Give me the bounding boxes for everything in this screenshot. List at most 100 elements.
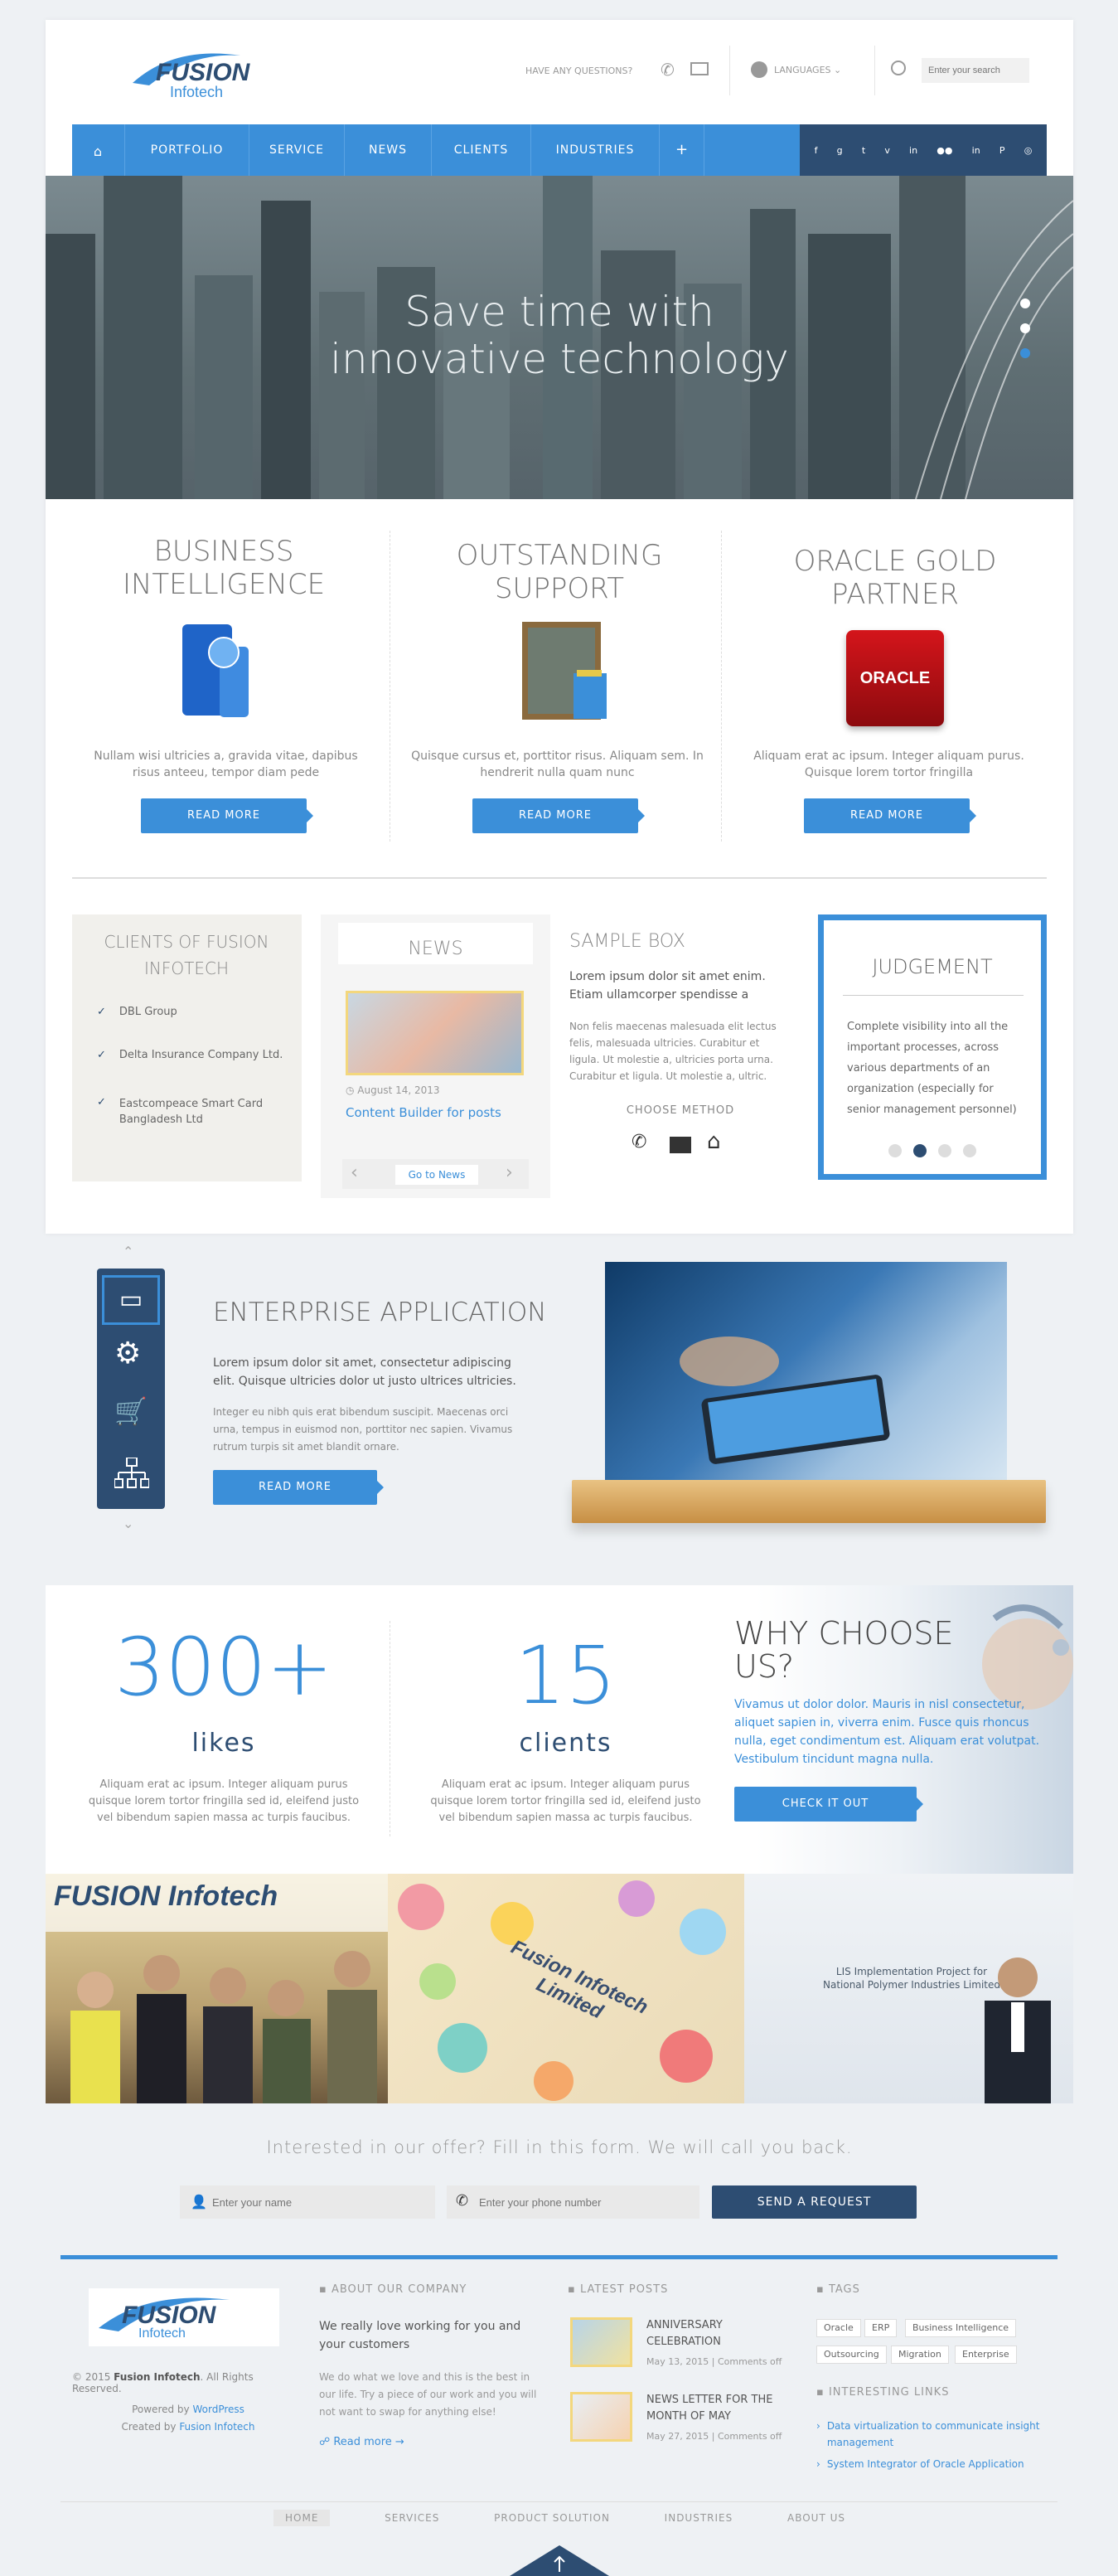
home-icon[interactable]: ⌂	[72, 124, 123, 176]
send-request-button[interactable]: SEND A REQUEST	[712, 2185, 917, 2219]
about-read-more-text: Read more →	[333, 2436, 404, 2448]
nav-item-service[interactable]: SERVICE	[249, 124, 344, 176]
post-date: May 13, 2015	[646, 2356, 709, 2367]
sitemap-icon[interactable]	[114, 1458, 149, 1489]
linkedin-icon[interactable]: in	[909, 145, 917, 156]
read-more-button-support[interactable]: READ MORE	[472, 798, 645, 833]
read-more-button-bi[interactable]: READ MORE	[141, 798, 313, 833]
news-thumbnail[interactable]	[346, 991, 524, 1075]
button-label: SEND A REQUEST	[757, 2195, 872, 2209]
nav-item-portfolio[interactable]: PORTFOLIO	[124, 124, 249, 176]
go-to-news-link[interactable]: Go to News	[395, 1165, 478, 1185]
tag-business-intelligence[interactable]: Business Intelligence	[905, 2319, 1017, 2337]
post-thumb-icon[interactable]	[570, 2392, 632, 2442]
footer-nav-product-solution[interactable]: PRODUCT SOLUTION	[494, 2512, 610, 2524]
post-title-link[interactable]: NEWS LETTER FOR THE MONTH OF MAY	[646, 2392, 787, 2425]
feature-text-bi: Nullam wisi ultricies a, gravida vitae, …	[94, 750, 358, 779]
enterprise-read-more-button[interactable]: READ MORE	[213, 1470, 384, 1505]
gear-icon[interactable]: ⚙	[114, 1337, 141, 1370]
post-title-link[interactable]: ANNIVERSARY CELEBRATION	[646, 2317, 779, 2350]
feature-title-support: OUTSTANDING SUPPORT	[456, 539, 663, 605]
chevron-left-icon[interactable]: ‹	[351, 1162, 358, 1183]
gallery-photo-2[interactable]: Fusion Infotech Limited	[388, 1874, 744, 2103]
gallery-photo-1[interactable]: FUSION Infotech	[46, 1874, 388, 2103]
chevron-right-icon[interactable]: ›	[506, 1162, 513, 1183]
post-thumb-icon[interactable]	[570, 2317, 632, 2367]
languages-selector[interactable]: LANGUAGES ⌄	[774, 65, 841, 75]
wordpress-link[interactable]: WordPress	[192, 2404, 244, 2415]
tag-enterprise[interactable]: Enterprise	[955, 2346, 1017, 2364]
header-divider	[729, 46, 730, 95]
gallery-photo-3[interactable]: LIS Implementation Project for National …	[744, 1874, 1073, 2103]
nav-item-industries[interactable]: INDUSTRIES	[530, 124, 659, 176]
judgement-dot-active[interactable]	[913, 1144, 927, 1157]
phone-icon[interactable]: ✆	[661, 60, 675, 80]
interesting-link[interactable]: › System Integrator of Oracle Application	[816, 2456, 1053, 2472]
footer-nav-about-us[interactable]: ABOUT US	[787, 2512, 845, 2524]
mail-icon[interactable]	[690, 62, 709, 75]
nav-more-button[interactable]: +	[659, 124, 704, 176]
judgement-dot[interactable]	[963, 1144, 976, 1157]
created-link[interactable]: Fusion Infotech	[179, 2421, 254, 2433]
tag-oracle[interactable]: Oracle	[816, 2319, 861, 2337]
phone-icon[interactable]: ✆	[632, 1132, 646, 1152]
feature-title-bi: BUSINESS INTELLIGENCE	[122, 535, 326, 601]
check-it-out-button[interactable]: CHECK IT OUT	[734, 1787, 923, 1822]
judgement-dot[interactable]	[888, 1144, 902, 1157]
chevron-up-icon[interactable]: ⌃	[123, 1244, 133, 1259]
list-item: ✓ Delta Insurance Company Ltd.	[97, 1049, 296, 1061]
home-icon[interactable]: ⌂	[707, 1129, 721, 1154]
copyright-prefix: © 2015	[72, 2371, 114, 2383]
about-read-more-link[interactable]: ☍ Read more →	[319, 2436, 404, 2448]
form-title: Interested in our offer? Fill in this fo…	[266, 2137, 853, 2157]
name-input[interactable]	[207, 2185, 431, 2219]
nav-item-news[interactable]: NEWS	[344, 124, 431, 176]
flickr-icon[interactable]: ●●	[937, 145, 952, 156]
mail-icon[interactable]	[670, 1137, 691, 1153]
tag-outsourcing[interactable]: Outsourcing	[816, 2346, 887, 2364]
tag-migration[interactable]: Migration	[891, 2346, 949, 2364]
google-icon[interactable]: g	[837, 145, 843, 156]
questions-label: HAVE ANY QUESTIONS?	[525, 65, 633, 76]
search-icon[interactable]	[891, 61, 906, 75]
phone-input[interactable]	[474, 2185, 696, 2219]
judgement-dot[interactable]	[938, 1144, 951, 1157]
logo[interactable]: FUSION Infotech	[124, 46, 273, 104]
linkedin-alt-icon[interactable]: in	[972, 145, 980, 156]
nav-item-clients[interactable]: CLIENTS	[431, 124, 530, 176]
nav-label: NEWS	[368, 143, 408, 157]
chalkboard-icon	[522, 622, 613, 723]
twitter-icon[interactable]: t	[862, 145, 865, 156]
likes-number: 300+	[114, 1621, 333, 1714]
feature-text-support: Quisque cursus et, porttitor risus. Aliq…	[411, 750, 704, 779]
chevron-down-icon[interactable]: ⌄	[123, 1516, 133, 1531]
news-post-link[interactable]: Content Builder for posts	[346, 1105, 501, 1120]
nav-label: PORTFOLIO	[150, 143, 224, 157]
chevron-right-icon: ›	[816, 2420, 820, 2432]
copyright-name: Fusion Infotech	[114, 2371, 201, 2383]
footer-nav-services[interactable]: SERVICES	[385, 2512, 439, 2524]
footer-logo[interactable]: FUSION Infotech	[89, 2288, 279, 2346]
cart-icon[interactable]: 🛒	[114, 1395, 148, 1427]
tags-title: ▪ TAGS	[816, 2283, 860, 2296]
tag-erp[interactable]: ERP	[864, 2319, 898, 2337]
chevron-right-icon: ›	[816, 2458, 820, 2470]
back-to-top-button[interactable]	[510, 2545, 609, 2576]
slider-dot-active[interactable]	[1020, 348, 1030, 358]
monitor-icon[interactable]: ▭	[102, 1275, 160, 1325]
slider-dot[interactable]	[1020, 298, 1030, 308]
slider-dot[interactable]	[1020, 323, 1030, 333]
user-icon: 👤	[191, 2194, 207, 2210]
footer-nav-home[interactable]: HOME	[273, 2510, 331, 2526]
facebook-icon[interactable]: f	[815, 145, 818, 156]
pinterest-icon[interactable]: P	[999, 145, 1005, 156]
read-more-button-oracle[interactable]: READ MORE	[804, 798, 976, 833]
posts-title: ▪ LATEST POSTS	[568, 2283, 669, 2296]
footer-nav-industries[interactable]: INDUSTRIES	[665, 2512, 733, 2524]
globe-icon[interactable]	[751, 61, 767, 78]
search-input[interactable]	[922, 58, 1029, 83]
vimeo-icon[interactable]: v	[884, 145, 890, 156]
interesting-link[interactable]: › Data virtualization to communicate insi…	[816, 2418, 1053, 2451]
footer-nav: HOME SERVICES PRODUCT SOLUTION INDUSTRIE…	[273, 2509, 845, 2527]
dribbble-icon[interactable]: ◎	[1024, 145, 1033, 156]
